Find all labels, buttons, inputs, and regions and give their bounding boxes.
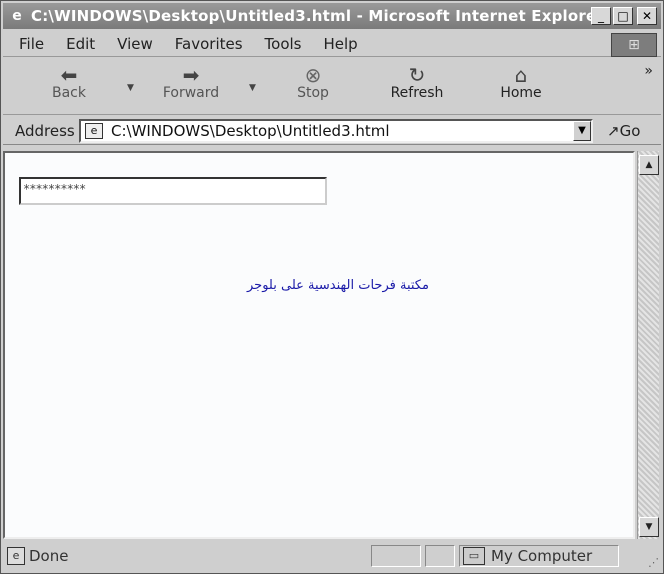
home-label: Home [500, 85, 542, 101]
back-arrow-icon: ⬅ [60, 63, 78, 87]
scroll-down-button[interactable]: ▼ [639, 517, 659, 537]
blog-link[interactable]: مكتبة فرحات الهندسية على بلوجر [247, 278, 429, 293]
address-dropdown-button[interactable]: ▼ [573, 121, 591, 141]
password-input[interactable]: ********** [19, 177, 327, 205]
address-label: Address [15, 122, 75, 140]
address-input[interactable]: e C:\WINDOWS\Desktop\Untitled3.html [79, 119, 593, 143]
menu-view[interactable]: View [117, 35, 153, 53]
forward-button[interactable]: ➡ Forward [151, 63, 231, 101]
page-icon: e [85, 123, 103, 139]
page-status-icon: e [7, 547, 25, 565]
refresh-icon: ↻ [408, 63, 426, 87]
back-button[interactable]: ⬅ Back [29, 63, 109, 101]
go-button[interactable]: ↗Go [607, 122, 640, 140]
menu-file[interactable]: File [19, 35, 44, 53]
status-pane [371, 545, 421, 567]
minimize-button[interactable]: _ [591, 7, 611, 25]
window-controls: _ □ ✕ [591, 7, 657, 25]
ie-logo-icon: e [12, 8, 22, 24]
zone-text: My Computer [491, 547, 593, 565]
menu-tools[interactable]: Tools [265, 35, 302, 53]
stop-label: Stop [297, 85, 329, 101]
windows-logo-icon: ⊞ [611, 33, 657, 57]
more-chevron-icon[interactable]: » [644, 63, 653, 79]
resize-grip-icon[interactable]: ⋰ [648, 556, 659, 569]
scroll-up-button[interactable]: ▲ [639, 155, 659, 175]
status-text: Done [29, 547, 69, 565]
menu-help[interactable]: Help [324, 35, 358, 53]
status-pane [425, 545, 455, 567]
go-arrow-icon: ↗ [607, 122, 620, 140]
home-button[interactable]: ⌂ Home [481, 63, 561, 101]
go-label: Go [619, 122, 641, 140]
vertical-scrollbar[interactable]: ▲ ▼ [637, 151, 659, 539]
home-icon: ⌂ [514, 63, 528, 87]
menu-favorites[interactable]: Favorites [175, 35, 243, 53]
forward-dropdown-icon[interactable]: ▼ [249, 83, 256, 93]
back-label: Back [52, 85, 86, 101]
computer-icon: ▭ [463, 547, 485, 565]
forward-arrow-icon: ➡ [182, 63, 200, 87]
back-dropdown-icon[interactable]: ▼ [127, 83, 134, 93]
window-title: C:\WINDOWS\Desktop\Untitled3.html - Micr… [31, 7, 604, 25]
menu-edit[interactable]: Edit [66, 35, 95, 53]
stop-button[interactable]: ⊗ Stop [273, 63, 353, 101]
refresh-button[interactable]: ↻ Refresh [377, 63, 457, 101]
forward-label: Forward [162, 85, 220, 101]
address-value: C:\WINDOWS\Desktop\Untitled3.html [111, 122, 390, 140]
address-bar: Address e C:\WINDOWS\Desktop\Untitled3.h… [3, 117, 661, 145]
status-bar: e Done ▭ My Computer ⋰ [3, 543, 661, 571]
page-content: ********** مكتبة فرحات الهندسية على بلوج… [3, 151, 635, 539]
refresh-label: Refresh [390, 85, 444, 101]
stop-icon: ⊗ [304, 63, 322, 87]
close-button[interactable]: ✕ [637, 7, 657, 25]
maximize-button[interactable]: □ [613, 7, 633, 25]
menu-bar: File Edit View Favorites Tools Help ⊞ [3, 31, 661, 57]
standard-toolbar: ⬅ Back ▼ ➡ Forward ▼ ⊗ Stop ↻ Refresh ⌂ … [3, 59, 661, 115]
browser-window: e C:\WINDOWS\Desktop\Untitled3.html - Mi… [0, 0, 664, 574]
title-bar[interactable]: e C:\WINDOWS\Desktop\Untitled3.html - Mi… [3, 3, 661, 29]
